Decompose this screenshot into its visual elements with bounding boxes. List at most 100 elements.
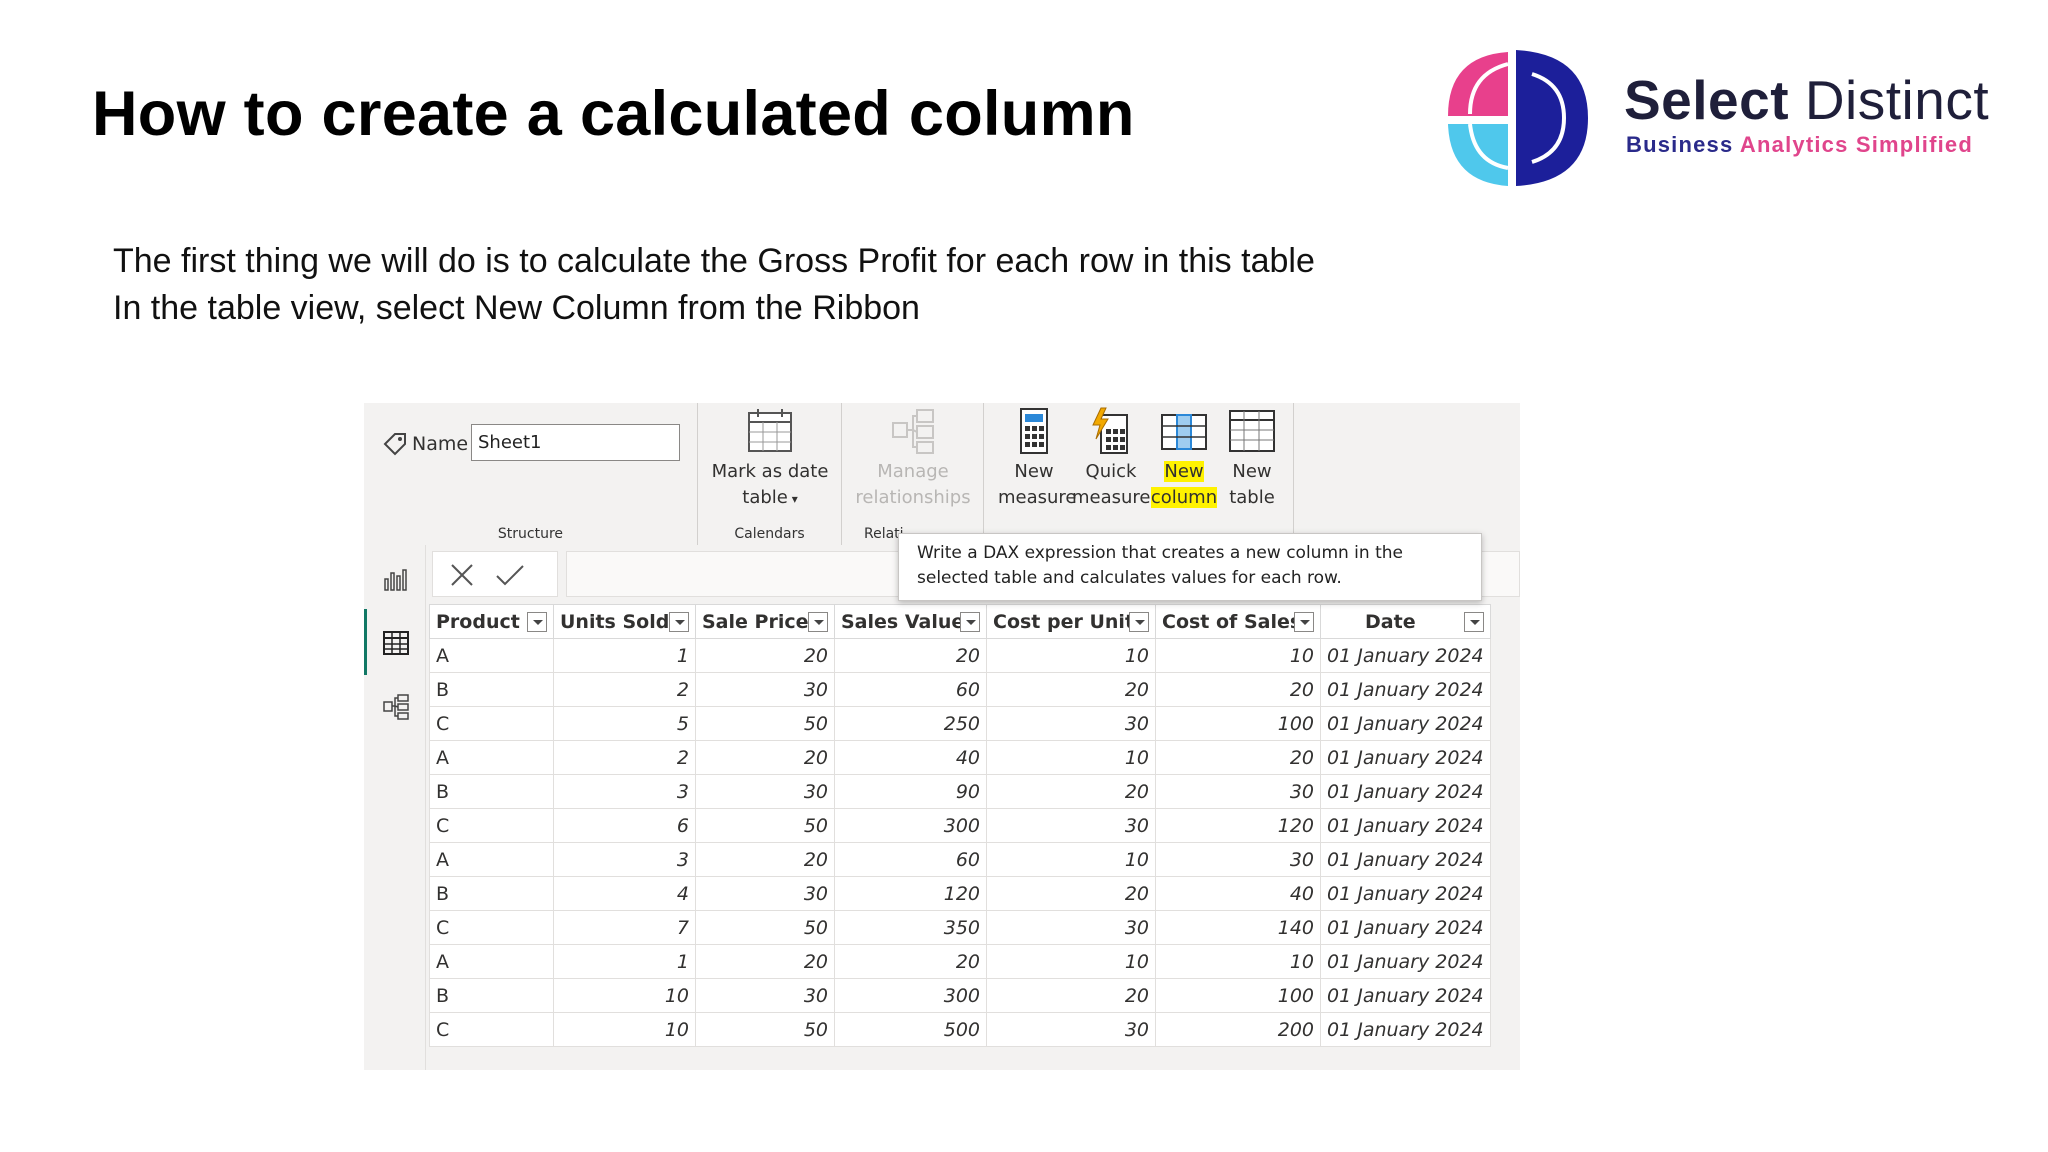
table-cell[interactable]: 30 — [1155, 774, 1321, 809]
table-cell[interactable]: 01 January 2024 — [1320, 944, 1491, 979]
table-cell[interactable]: 20 — [695, 638, 835, 673]
new-column-button[interactable]: New column — [1150, 407, 1218, 511]
table-cell[interactable]: A — [429, 944, 554, 979]
table-cell[interactable]: A — [429, 842, 554, 877]
table-cell[interactable]: C — [429, 910, 554, 945]
table-cell[interactable]: C — [429, 808, 554, 843]
table-cell[interactable]: 30 — [986, 706, 1156, 741]
table-cell[interactable]: 01 January 2024 — [1320, 1012, 1491, 1047]
table-cell[interactable]: B — [429, 774, 554, 809]
table-cell[interactable]: 20 — [695, 740, 835, 775]
table-cell[interactable]: 30 — [695, 876, 835, 911]
table-cell[interactable]: 60 — [834, 842, 987, 877]
filter-dropdown-icon[interactable] — [1463, 612, 1484, 632]
table-cell[interactable]: 01 January 2024 — [1320, 842, 1491, 877]
table-cell[interactable]: 300 — [834, 808, 987, 843]
table-cell[interactable]: 01 January 2024 — [1320, 910, 1491, 945]
column-header-date[interactable]: Date — [1320, 604, 1491, 639]
filter-dropdown-icon[interactable] — [527, 612, 547, 632]
new-measure-button[interactable]: New measure — [998, 407, 1077, 511]
table-cell[interactable]: 3 — [553, 774, 696, 809]
cancel-icon[interactable] — [449, 562, 475, 588]
table-cell[interactable]: 100 — [1155, 978, 1321, 1013]
table-cell[interactable]: 01 January 2024 — [1320, 638, 1491, 673]
commit-check-icon[interactable] — [495, 562, 525, 588]
table-cell[interactable]: 10 — [1155, 944, 1321, 979]
table-cell[interactable]: 2 — [553, 672, 696, 707]
table-cell[interactable]: 01 January 2024 — [1320, 740, 1491, 775]
table-cell[interactable]: 50 — [695, 808, 835, 843]
table-cell[interactable]: 01 January 2024 — [1320, 706, 1491, 741]
table-cell[interactable]: 6 — [553, 808, 696, 843]
table-cell[interactable]: 10 — [986, 842, 1156, 877]
table-cell[interactable]: 30 — [986, 808, 1156, 843]
table-cell[interactable]: B — [429, 672, 554, 707]
table-cell[interactable]: 1 — [553, 944, 696, 979]
table-cell[interactable]: 01 January 2024 — [1320, 876, 1491, 911]
table-cell[interactable]: 20 — [695, 944, 835, 979]
table-cell[interactable]: B — [429, 876, 554, 911]
table-cell[interactable]: 20 — [1155, 672, 1321, 707]
table-cell[interactable]: 20 — [834, 638, 987, 673]
table-cell[interactable]: 1 — [553, 638, 696, 673]
manage-relationships-button[interactable]: Manage relationships — [842, 407, 984, 511]
filter-dropdown-icon[interactable] — [960, 612, 980, 632]
table-cell[interactable]: 200 — [1155, 1012, 1321, 1047]
table-cell[interactable]: 350 — [834, 910, 987, 945]
table-cell[interactable]: 50 — [695, 910, 835, 945]
table-cell[interactable]: 20 — [986, 876, 1156, 911]
table-cell[interactable]: 2 — [553, 740, 696, 775]
table-cell[interactable]: 120 — [1155, 808, 1321, 843]
column-header-cost-per-unit[interactable]: Cost per Unit — [986, 604, 1156, 639]
table-cell[interactable]: 10 — [986, 740, 1156, 775]
table-cell[interactable]: 140 — [1155, 910, 1321, 945]
table-cell[interactable]: 50 — [695, 706, 835, 741]
table-cell[interactable]: 500 — [834, 1012, 987, 1047]
table-cell[interactable]: 20 — [834, 944, 987, 979]
model-view-icon[interactable] — [382, 693, 410, 721]
table-cell[interactable]: 10 — [986, 944, 1156, 979]
column-header-cost-of-sales[interactable]: Cost of Sales — [1155, 604, 1321, 639]
new-table-button[interactable]: New table — [1218, 407, 1286, 511]
table-cell[interactable]: 40 — [1155, 876, 1321, 911]
table-cell[interactable]: 20 — [1155, 740, 1321, 775]
table-cell[interactable]: 60 — [834, 672, 987, 707]
table-cell[interactable]: 300 — [834, 978, 987, 1013]
table-cell[interactable]: 7 — [553, 910, 696, 945]
table-cell[interactable]: 50 — [695, 1012, 835, 1047]
table-cell[interactable]: 20 — [986, 978, 1156, 1013]
table-cell[interactable]: 120 — [834, 876, 987, 911]
column-header-product[interactable]: Product — [429, 604, 554, 639]
table-cell[interactable]: 40 — [834, 740, 987, 775]
table-cell[interactable]: 10 — [553, 1012, 696, 1047]
table-cell[interactable]: 30 — [986, 1012, 1156, 1047]
table-cell[interactable]: 01 January 2024 — [1320, 978, 1491, 1013]
table-cell[interactable]: 10 — [553, 978, 696, 1013]
table-cell[interactable]: 10 — [986, 638, 1156, 673]
table-cell[interactable]: 01 January 2024 — [1320, 672, 1491, 707]
table-cell[interactable]: 4 — [553, 876, 696, 911]
table-cell[interactable]: 01 January 2024 — [1320, 808, 1491, 843]
table-cell[interactable]: 30 — [695, 672, 835, 707]
table-cell[interactable]: A — [429, 638, 554, 673]
table-cell[interactable]: 3 — [553, 842, 696, 877]
table-name-input[interactable] — [471, 424, 680, 461]
table-cell[interactable]: C — [429, 706, 554, 741]
table-cell[interactable]: A — [429, 740, 554, 775]
column-header-units-sold[interactable]: Units Sold — [553, 604, 696, 639]
table-cell[interactable]: 30 — [695, 774, 835, 809]
table-view-icon[interactable] — [382, 629, 410, 657]
report-view-icon[interactable] — [382, 567, 408, 593]
table-cell[interactable]: 20 — [986, 672, 1156, 707]
quick-measure-button[interactable]: Quick measure — [1072, 407, 1151, 511]
table-cell[interactable]: 30 — [1155, 842, 1321, 877]
mark-as-date-table-button[interactable]: Mark as date table ▾ — [698, 407, 842, 512]
table-cell[interactable]: 01 January 2024 — [1320, 774, 1491, 809]
table-cell[interactable]: B — [429, 978, 554, 1013]
filter-dropdown-icon[interactable] — [1129, 612, 1149, 632]
table-cell[interactable]: C — [429, 1012, 554, 1047]
filter-dropdown-icon[interactable] — [1294, 612, 1314, 632]
table-cell[interactable]: 20 — [986, 774, 1156, 809]
table-cell[interactable]: 10 — [1155, 638, 1321, 673]
table-cell[interactable]: 250 — [834, 706, 987, 741]
